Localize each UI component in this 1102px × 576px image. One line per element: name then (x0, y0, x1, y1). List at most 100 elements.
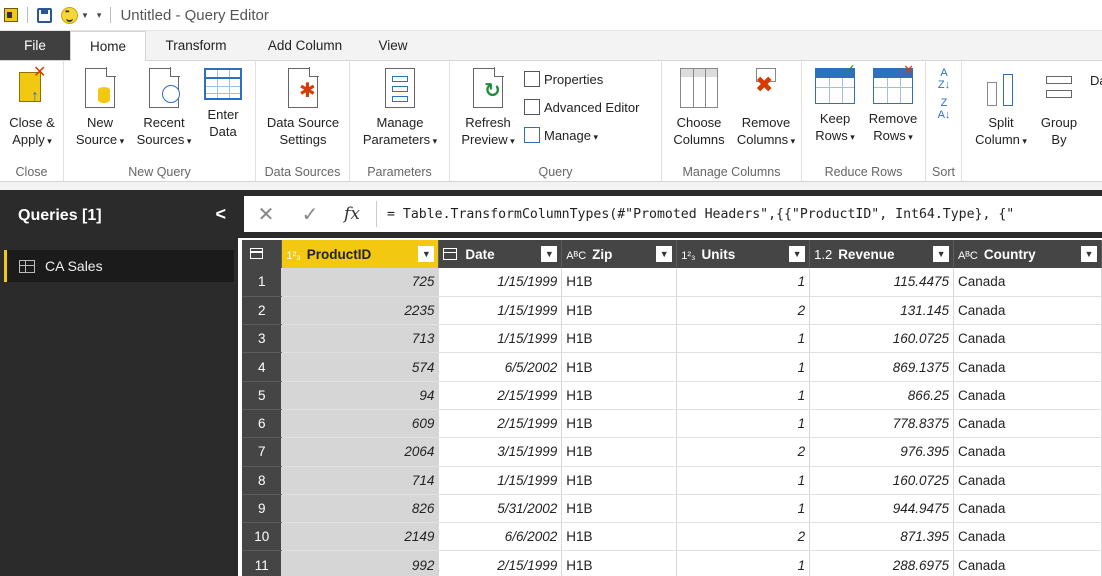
table-row[interactable]: 8 714 1/15/1999 H1B 1 160.0725 Canada (242, 466, 1102, 495)
table-row[interactable]: 1 725 1/15/1999 H1B 1 115.4475 Canada (242, 268, 1102, 297)
cell-date[interactable]: 5/31/2002 (438, 494, 563, 524)
split-column-button[interactable]: Split Column (966, 65, 1036, 150)
close-apply-button[interactable]: ✕ ↑ Close & Apply (4, 64, 60, 150)
cell-productid[interactable]: 713 (281, 324, 440, 354)
tab-add-column[interactable]: Add Column (246, 31, 364, 60)
column-filter-dropdown-icon[interactable]: ▼ (656, 246, 673, 262)
confirm-formula-icon[interactable]: ✓ (288, 202, 332, 227)
column-header-zip[interactable]: AᴮC Zip ▼ (561, 240, 678, 268)
manage-parameters-button[interactable]: Manage Parameters (354, 65, 446, 150)
date-type-icon[interactable] (443, 247, 458, 260)
row-number[interactable]: 7 (242, 437, 283, 467)
row-number[interactable]: 11 (242, 550, 283, 576)
cell-country[interactable]: Canada (953, 409, 1102, 439)
cell-revenue[interactable]: 869.1375 (809, 352, 955, 382)
collapse-queries-icon[interactable]: < (215, 204, 226, 225)
cell-country[interactable]: Canada (953, 522, 1102, 552)
cell-zip[interactable]: H1B (561, 352, 678, 382)
tab-home[interactable]: Home (70, 31, 146, 61)
advanced-editor-button[interactable]: Advanced Editor (524, 99, 639, 115)
cell-date[interactable]: 1/15/1999 (438, 466, 563, 495)
table-row[interactable]: 11 992 2/15/1999 H1B 1 288.6975 Canada (242, 550, 1102, 576)
table-row[interactable]: 7 2064 3/15/1999 H1B 2 976.395 Canada (242, 437, 1102, 467)
row-number[interactable]: 10 (242, 522, 283, 552)
cell-date[interactable]: 3/15/1999 (438, 437, 563, 467)
cell-revenue[interactable]: 944.9475 (809, 494, 955, 524)
column-header-revenue[interactable]: 1.2 Revenue ▼ (809, 240, 955, 268)
choose-columns-button[interactable]: Choose Columns (666, 65, 732, 148)
feedback-dropdown-icon[interactable]: ▼ (81, 11, 89, 20)
cell-date[interactable]: 6/5/2002 (438, 352, 563, 382)
row-number[interactable]: 1 (242, 268, 283, 297)
recent-sources-button[interactable]: Recent Sources (132, 65, 196, 150)
cell-date[interactable]: 1/15/1999 (438, 268, 563, 297)
text-type-icon[interactable]: AᴮC (958, 250, 978, 262)
column-filter-dropdown-icon[interactable]: ▼ (789, 246, 806, 262)
cell-units[interactable]: 1 (676, 352, 811, 382)
keep-rows-button[interactable]: ✓ Keep Rows (806, 61, 864, 146)
manage-button[interactable]: Manage (524, 127, 598, 143)
cell-units[interactable]: 1 (676, 324, 811, 354)
cell-units[interactable]: 1 (676, 381, 811, 410)
table-row[interactable]: 5 94 2/15/1999 H1B 1 866.25 Canada (242, 381, 1102, 410)
table-row[interactable]: 4 574 6/5/2002 H1B 1 869.1375 Canada (242, 352, 1102, 382)
formula-input[interactable]: = Table.TransformColumnTypes(#"Promoted … (387, 207, 1014, 222)
cell-zip[interactable]: H1B (561, 494, 678, 524)
row-number[interactable]: 3 (242, 324, 283, 354)
query-item-ca-sales[interactable]: CA Sales (4, 250, 234, 282)
cell-units[interactable]: 2 (676, 296, 811, 326)
column-filter-dropdown-icon[interactable]: ▼ (1081, 246, 1097, 262)
cell-country[interactable]: Canada (953, 494, 1102, 524)
app-icon[interactable] (4, 8, 18, 22)
row-number[interactable]: 8 (242, 466, 283, 495)
tab-file[interactable]: File (0, 31, 70, 60)
tab-transform[interactable]: Transform (146, 31, 246, 60)
tab-view[interactable]: View (364, 31, 422, 60)
data-source-settings-button[interactable]: ✱ Data Source Settings (260, 65, 346, 148)
cell-revenue[interactable]: 288.6975 (809, 550, 955, 576)
cell-date[interactable]: 2/15/1999 (438, 381, 563, 410)
cell-units[interactable]: 1 (676, 550, 811, 576)
column-header-units[interactable]: 1²₃ Units ▼ (676, 240, 811, 268)
cell-zip[interactable]: H1B (561, 550, 678, 576)
cell-date[interactable]: 1/15/1999 (438, 324, 563, 354)
cell-productid[interactable]: 725 (281, 268, 440, 297)
remove-rows-button[interactable]: ✕ Remove Rows (862, 62, 924, 146)
column-header-country[interactable]: AᴮC Country ▼ (953, 240, 1102, 268)
cell-productid[interactable]: 94 (281, 381, 440, 410)
cell-zip[interactable]: H1B (561, 296, 678, 326)
table-row[interactable]: 10 2149 6/6/2002 H1B 2 871.395 Canada (242, 522, 1102, 552)
cell-country[interactable]: Canada (953, 268, 1102, 297)
cell-productid[interactable]: 2064 (281, 437, 440, 467)
remove-columns-button[interactable]: Remove Columns (732, 65, 800, 150)
enter-data-button[interactable]: Enter Data (198, 65, 248, 140)
row-number[interactable]: 2 (242, 296, 283, 326)
save-icon[interactable] (37, 7, 52, 23)
refresh-preview-button[interactable]: ↻ Refresh Preview (456, 65, 520, 150)
cell-productid[interactable]: 2235 (281, 296, 440, 326)
cell-country[interactable]: Canada (953, 437, 1102, 467)
cell-zip[interactable]: H1B (561, 324, 678, 354)
row-number[interactable]: 9 (242, 494, 283, 524)
row-number[interactable]: 6 (242, 409, 283, 439)
cell-units[interactable]: 2 (676, 437, 811, 467)
cell-zip[interactable]: H1B (561, 466, 678, 495)
table-row[interactable]: 9 826 5/31/2002 H1B 1 944.9475 Canada (242, 494, 1102, 524)
properties-button[interactable]: Properties (524, 71, 603, 87)
table-row[interactable]: 3 713 1/15/1999 H1B 1 160.0725 Canada (242, 324, 1102, 354)
cell-productid[interactable]: 714 (281, 466, 440, 495)
cell-zip[interactable]: H1B (561, 522, 678, 552)
cell-zip[interactable]: H1B (561, 381, 678, 410)
cell-units[interactable]: 1 (676, 466, 811, 495)
cell-date[interactable]: 1/15/1999 (438, 296, 563, 326)
cell-units[interactable]: 2 (676, 522, 811, 552)
whole-number-type-icon[interactable]: 1²₃ (286, 250, 300, 262)
column-filter-dropdown-icon[interactable]: ▼ (418, 246, 435, 262)
cell-productid[interactable]: 609 (281, 409, 440, 439)
sort-ascending-icon[interactable]: A Z↓ (932, 67, 956, 91)
feedback-smiley-icon[interactable] (61, 6, 78, 24)
cell-date[interactable]: 2/15/1999 (438, 550, 563, 576)
cell-productid[interactable]: 992 (281, 550, 440, 576)
cell-date[interactable]: 2/15/1999 (438, 409, 563, 439)
cell-country[interactable]: Canada (953, 466, 1102, 495)
